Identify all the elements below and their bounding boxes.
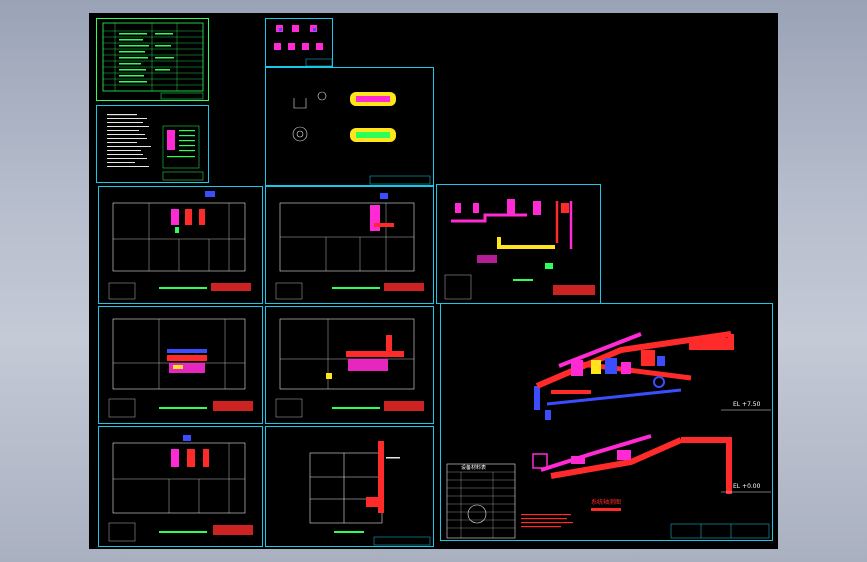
system-diagram-content (444, 199, 595, 300)
floor-plan-3-content (108, 318, 253, 418)
legend-title: 设备材料表 (461, 465, 487, 471)
sheet-section[interactable] (265, 426, 434, 547)
floor-plan-1-content (108, 191, 251, 300)
elevation-label-upper: EL +7.50 (733, 401, 761, 408)
sheet-floor-plan-5[interactable] (98, 426, 263, 547)
drawing-canvas[interactable]: EL +7.50 EL +0.00 设备材料表 系统轴测图 (89, 13, 778, 549)
sheet-fitting-symbols[interactable] (265, 18, 333, 67)
sheet-drawing-list[interactable] (96, 18, 209, 101)
floor-plan-5-content (108, 435, 253, 542)
floor-plan-4-content (275, 318, 424, 418)
sheet-floor-plan-2[interactable] (265, 186, 434, 304)
axonometric-title: 系统轴测图 (591, 499, 622, 506)
sheet-details[interactable] (265, 67, 434, 186)
design-notes-content (107, 114, 204, 181)
sheet-system-diagram[interactable] (436, 184, 601, 304)
details-content (292, 91, 431, 185)
drawing-list-table (102, 22, 204, 100)
floor-plan-2-content (275, 193, 424, 300)
sheet-floor-plan-3[interactable] (98, 306, 263, 424)
sheet-axonometric[interactable]: EL +7.50 EL +0.00 设备材料表 系统轴测图 (440, 303, 773, 541)
fitting-symbols-content (274, 25, 333, 67)
axonometric-content (446, 331, 771, 539)
sheet-floor-plan-4[interactable] (265, 306, 434, 424)
sheet-floor-plan-1[interactable] (98, 186, 263, 304)
sheet-design-notes[interactable] (96, 105, 209, 183)
elevation-label-lower: EL +0.00 (733, 483, 761, 490)
section-content (309, 441, 431, 546)
